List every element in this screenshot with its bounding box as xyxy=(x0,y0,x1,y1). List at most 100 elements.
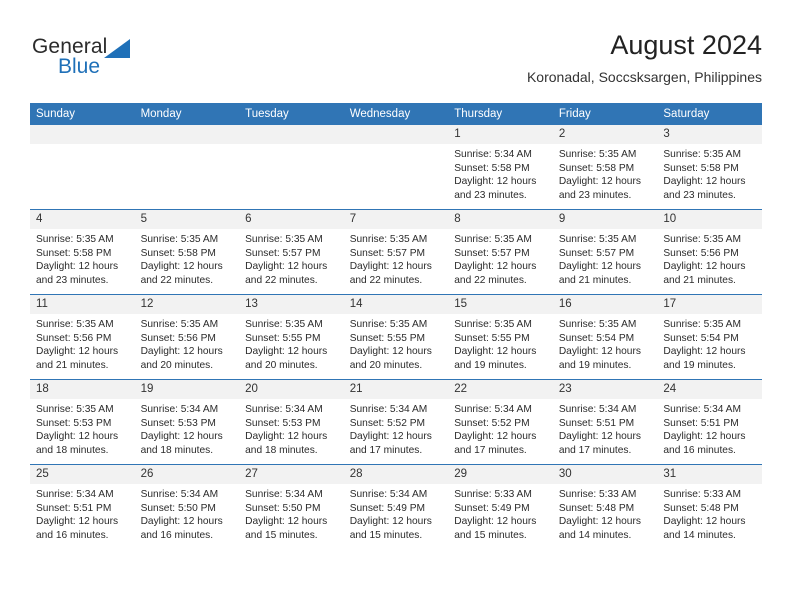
calendar-day-cell[interactable]: 14 Sunrise: 5:35 AM Sunset: 5:55 PM Dayligh… xyxy=(343,294,449,380)
day-number: 21 xyxy=(343,380,449,399)
calendar-week-row: 18 Sunrise: 5:35 AM Sunset: 5:53 PM Dayligh… xyxy=(30,379,762,465)
daylight-text: Daylight: 12 hours and 15 minutes. xyxy=(454,516,537,541)
daylight-text: Daylight: 12 hours and 23 minutes. xyxy=(36,261,119,286)
day-details: Sunrise: 5:33 AM Sunset: 5:48 PM Daylight:… xyxy=(657,484,762,542)
calendar-day-cell[interactable]: 4 Sunrise: 5:35 AM Sunset: 5:58 PM Daylight… xyxy=(30,209,135,295)
day-number xyxy=(239,125,344,144)
daylight-text: Daylight: 12 hours and 21 minutes. xyxy=(558,261,641,286)
calendar-day-cell[interactable]: 15 Sunrise: 5:35 AM Sunset: 5:55 PM Dayligh… xyxy=(448,294,553,380)
day-number: 12 xyxy=(134,295,240,314)
calendar-day-cell[interactable]: 12 Sunrise: 5:35 AM Sunset: 5:56 PM Dayligh… xyxy=(134,294,240,380)
day-details: Sunrise: 5:35 AM Sunset: 5:55 PM Daylight:… xyxy=(344,314,449,372)
calendar-day-cell[interactable]: 6 Sunrise: 5:35 AM Sunset: 5:57 PM Daylight… xyxy=(239,209,344,295)
sunset-text: Sunset: 5:48 PM xyxy=(558,502,635,514)
sunset-text: Sunset: 5:55 PM xyxy=(245,332,321,344)
sunrise-text: Sunrise: 5:35 AM xyxy=(36,319,114,330)
day-number: 11 xyxy=(30,295,135,314)
day-number xyxy=(30,125,135,144)
day-number: 28 xyxy=(343,465,449,484)
calendar-day-cell[interactable]: 24 Sunrise: 5:34 AM Sunset: 5:51 PM Dayligh… xyxy=(657,379,762,465)
day-number: 3 xyxy=(657,125,762,144)
calendar-day-cell[interactable]: 18 Sunrise: 5:35 AM Sunset: 5:53 PM Dayligh… xyxy=(30,379,135,465)
sunset-text: Sunset: 5:57 PM xyxy=(349,247,426,259)
sunset-text: Sunset: 5:57 PM xyxy=(245,247,321,259)
calendar-day-cell[interactable]: 7 Sunrise: 5:35 AM Sunset: 5:57 PM Daylight… xyxy=(343,209,449,295)
calendar-day-cell[interactable]: 28 Sunrise: 5:34 AM Sunset: 5:49 PM Dayligh… xyxy=(343,464,449,549)
sunrise-text: Sunrise: 5:34 AM xyxy=(454,404,532,415)
day-details: Sunrise: 5:34 AM Sunset: 5:49 PM Daylight:… xyxy=(344,484,449,542)
general-blue-logo[interactable]: General Blue xyxy=(32,36,162,86)
calendar-day-cell[interactable]: 29 Sunrise: 5:33 AM Sunset: 5:49 PM Dayligh… xyxy=(448,464,553,549)
title-block: August 2024 Koronadal, Soccsksargen, Phi… xyxy=(527,28,762,87)
sunrise-text: Sunrise: 5:34 AM xyxy=(558,404,637,415)
day-details: Sunrise: 5:35 AM Sunset: 5:57 PM Daylight:… xyxy=(448,229,553,287)
calendar-body: 1 Sunrise: 5:34 AM Sunset: 5:58 PM Daylight… xyxy=(30,125,762,549)
calendar-week-row: 1 Sunrise: 5:34 AM Sunset: 5:58 PM Daylight… xyxy=(30,125,762,210)
sunrise-text: Sunrise: 5:34 AM xyxy=(36,489,114,500)
calendar-day-cell[interactable]: 30 Sunrise: 5:33 AM Sunset: 5:48 PM Dayligh… xyxy=(552,464,658,549)
calendar-day-cell[interactable]: 26 Sunrise: 5:34 AM Sunset: 5:50 PM Dayligh… xyxy=(134,464,240,549)
sunset-text: Sunset: 5:49 PM xyxy=(454,502,530,514)
calendar-day-cell[interactable]: 25 Sunrise: 5:34 AM Sunset: 5:51 PM Dayligh… xyxy=(30,464,135,549)
day-number: 18 xyxy=(30,380,135,399)
calendar-day-cell[interactable]: 20 Sunrise: 5:34 AM Sunset: 5:53 PM Dayligh… xyxy=(239,379,344,465)
calendar-day-cell[interactable]: 16 Sunrise: 5:35 AM Sunset: 5:54 PM Dayligh… xyxy=(552,294,658,380)
sunrise-text: Sunrise: 5:35 AM xyxy=(558,319,637,330)
weekday-header-friday: Friday xyxy=(552,103,658,125)
sunset-text: Sunset: 5:57 PM xyxy=(454,247,530,259)
day-details: Sunrise: 5:35 AM Sunset: 5:58 PM Daylight:… xyxy=(135,229,240,287)
sunset-text: Sunset: 5:58 PM xyxy=(663,162,739,174)
day-details: Sunrise: 5:34 AM Sunset: 5:53 PM Daylight:… xyxy=(135,399,240,457)
calendar-day-cell[interactable]: 10 Sunrise: 5:35 AM Sunset: 5:56 PM Dayligh… xyxy=(657,209,762,295)
calendar-day-cell[interactable]: 13 Sunrise: 5:35 AM Sunset: 5:55 PM Dayligh… xyxy=(239,294,344,380)
sunset-text: Sunset: 5:50 PM xyxy=(140,502,216,514)
day-details: Sunrise: 5:34 AM Sunset: 5:58 PM Daylight:… xyxy=(448,144,553,202)
calendar-day-cell[interactable]: 2 Sunrise: 5:35 AM Sunset: 5:58 PM Daylight… xyxy=(552,125,658,210)
day-details: Sunrise: 5:34 AM Sunset: 5:52 PM Daylight:… xyxy=(344,399,449,457)
sunrise-text: Sunrise: 5:34 AM xyxy=(140,404,219,415)
sunset-text: Sunset: 5:55 PM xyxy=(349,332,426,344)
weekday-header-thursday: Thursday xyxy=(448,103,553,125)
calendar-day-cell[interactable]: 5 Sunrise: 5:35 AM Sunset: 5:58 PM Daylight… xyxy=(134,209,240,295)
sunset-text: Sunset: 5:51 PM xyxy=(36,502,112,514)
calendar-day-cell[interactable]: 27 Sunrise: 5:34 AM Sunset: 5:50 PM Dayligh… xyxy=(239,464,344,549)
calendar-day-cell[interactable]: 17 Sunrise: 5:35 AM Sunset: 5:54 PM Dayligh… xyxy=(657,294,762,380)
calendar-container: Sunday Monday Tuesday Wednesday Thursday Frid… xyxy=(30,103,762,549)
sunrise-text: Sunrise: 5:34 AM xyxy=(245,489,323,500)
calendar-day-cell[interactable]: 3 Sunrise: 5:35 AM Sunset: 5:58 PM Daylight… xyxy=(657,125,762,210)
sunrise-text: Sunrise: 5:35 AM xyxy=(349,319,428,330)
calendar-day-cell[interactable]: 21 Sunrise: 5:34 AM Sunset: 5:52 PM Dayligh… xyxy=(343,379,449,465)
day-details: Sunrise: 5:35 AM Sunset: 5:58 PM Daylight:… xyxy=(30,229,135,287)
calendar-table: Sunday Monday Tuesday Wednesday Thursday Frid… xyxy=(30,103,762,549)
day-number: 4 xyxy=(30,210,135,229)
calendar-day-cell-empty xyxy=(343,125,449,210)
calendar-day-cell[interactable]: 9 Sunrise: 5:35 AM Sunset: 5:57 PM Daylight… xyxy=(552,209,658,295)
calendar-day-cell-empty xyxy=(30,125,135,210)
logo-text-blue: Blue xyxy=(58,55,101,78)
sunrise-text: Sunrise: 5:35 AM xyxy=(245,234,323,245)
calendar-day-cell-empty xyxy=(134,125,240,210)
calendar-day-cell[interactable]: 19 Sunrise: 5:34 AM Sunset: 5:53 PM Dayligh… xyxy=(134,379,240,465)
sunrise-text: Sunrise: 5:34 AM xyxy=(349,489,428,500)
day-details: Sunrise: 5:34 AM Sunset: 5:51 PM Daylight:… xyxy=(30,484,135,542)
weekday-header-tuesday: Tuesday xyxy=(239,103,344,125)
day-details: Sunrise: 5:35 AM Sunset: 5:55 PM Daylight:… xyxy=(239,314,344,372)
sunset-text: Sunset: 5:49 PM xyxy=(349,502,426,514)
sunset-text: Sunset: 5:48 PM xyxy=(663,502,739,514)
calendar-day-cell[interactable]: 22 Sunrise: 5:34 AM Sunset: 5:52 PM Dayligh… xyxy=(448,379,553,465)
calendar-day-cell[interactable]: 8 Sunrise: 5:35 AM Sunset: 5:57 PM Daylight… xyxy=(448,209,553,295)
day-number: 22 xyxy=(448,380,553,399)
calendar-day-cell[interactable]: 31 Sunrise: 5:33 AM Sunset: 5:48 PM Dayligh… xyxy=(657,464,762,549)
day-number: 31 xyxy=(657,465,762,484)
calendar-day-cell[interactable]: 1 Sunrise: 5:34 AM Sunset: 5:58 PM Daylight… xyxy=(448,125,553,210)
calendar-day-cell[interactable]: 23 Sunrise: 5:34 AM Sunset: 5:51 PM Dayligh… xyxy=(552,379,658,465)
daylight-text: Daylight: 12 hours and 18 minutes. xyxy=(140,431,223,456)
calendar-day-cell[interactable]: 11 Sunrise: 5:35 AM Sunset: 5:56 PM Dayligh… xyxy=(30,294,135,380)
daylight-text: Daylight: 12 hours and 23 minutes. xyxy=(454,176,537,201)
day-number: 26 xyxy=(134,465,240,484)
day-details: Sunrise: 5:35 AM Sunset: 5:57 PM Daylight:… xyxy=(239,229,344,287)
sunrise-text: Sunrise: 5:34 AM xyxy=(245,404,323,415)
day-details: Sunrise: 5:35 AM Sunset: 5:55 PM Daylight:… xyxy=(448,314,553,372)
day-details: Sunrise: 5:34 AM Sunset: 5:52 PM Daylight:… xyxy=(448,399,553,457)
weekday-header-sunday: Sunday xyxy=(30,103,135,125)
